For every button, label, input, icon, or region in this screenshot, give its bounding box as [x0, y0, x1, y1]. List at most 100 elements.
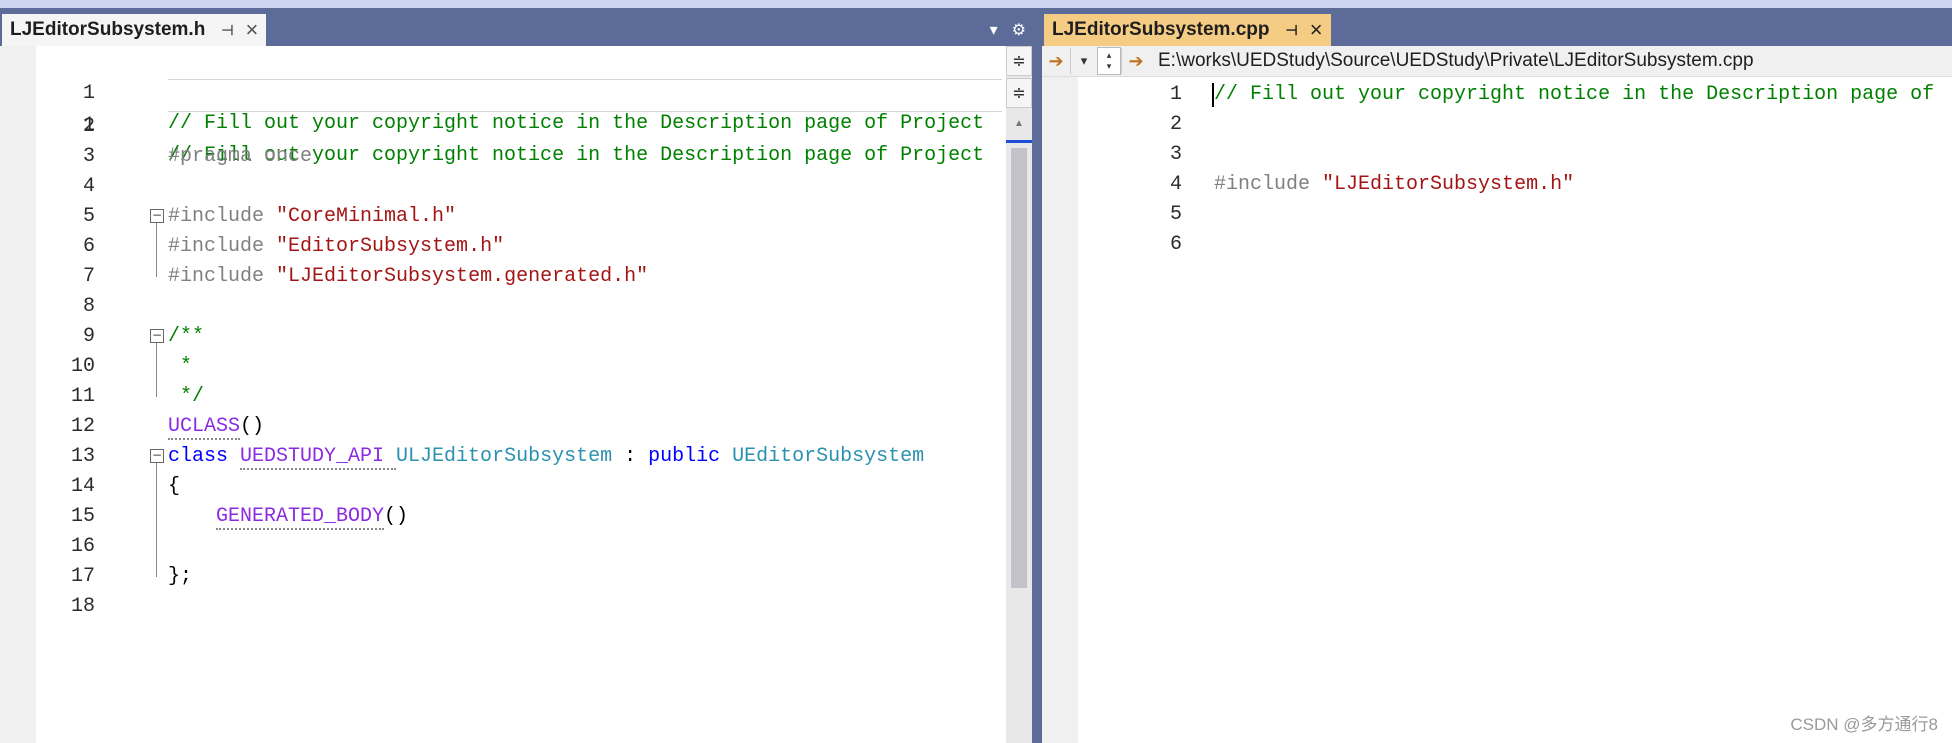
line-number: 4	[1169, 173, 1182, 196]
class-name: ULJEditorSubsystem	[396, 445, 613, 468]
left-vertical-scrollbar[interactable]: ≑ ≑ ▲	[1006, 46, 1032, 743]
include-statement: #include "CoreMinimal.h"	[168, 202, 456, 232]
comment-text: /**	[168, 325, 205, 348]
line-number: 9	[82, 325, 95, 348]
peek-divider	[168, 111, 1002, 112]
split-view-icon[interactable]: ≑	[1006, 78, 1032, 108]
tab-dropdown-icon[interactable]: ▾	[990, 20, 998, 40]
include-keyword: #include	[168, 265, 277, 288]
navigate-arrow-icon[interactable]: ➔	[1042, 48, 1070, 74]
include-path: "EditorSubsystem.h"	[276, 235, 505, 258]
generated-body-macro: GENERATED_BODY	[216, 505, 385, 530]
line-number: 14	[70, 475, 95, 498]
line-number: 3	[1169, 143, 1182, 166]
fold-guide	[156, 343, 157, 397]
navigate-arrow-icon[interactable]: ➔	[1121, 48, 1150, 74]
line-number: 3	[82, 145, 95, 168]
peek-line: 1 // Fill out your copyright notice in t…	[0, 49, 984, 135]
comment-text: *	[168, 355, 193, 378]
include-statement: #include "LJEditorSubsystem.generated.h"	[168, 262, 648, 292]
tab-label: LJEditorSubsystem.h	[10, 19, 206, 40]
tab-lj-editor-subsystem-cpp[interactable]: LJEditorSubsystem.cpp ⊣ ×	[1044, 14, 1331, 46]
class-keyword: class	[168, 445, 241, 468]
navigation-bar: ➔ ▾ ▴ ▾ ➔ E:\works\UEDStudy\Source\UEDStu…	[1042, 46, 1952, 77]
comment-text: // Fill out your copyright notice in the…	[1214, 83, 1935, 106]
include-keyword: #include	[168, 235, 277, 258]
right-editor-pane: LJEditorSubsystem.cpp ⊣ × ➔ ▾ ▴ ▾ ➔ E:\wo…	[1042, 8, 1952, 743]
line-number: 11	[70, 385, 95, 408]
line-number: 5	[82, 205, 95, 228]
line-number: 10	[70, 355, 95, 378]
include-keyword: #include	[1214, 173, 1323, 196]
line-number: 2	[1169, 113, 1182, 136]
spin-icon[interactable]: ▴ ▾	[1097, 47, 1121, 75]
left-code-area[interactable]: 1 // Fill out your copyright notice in t…	[0, 46, 1032, 743]
close-icon[interactable]: ×	[246, 19, 259, 41]
dropdown-icon[interactable]: ▾	[1070, 48, 1097, 74]
brace: {	[168, 475, 181, 498]
brace: };	[168, 565, 193, 588]
macro-statement: UCLASS()	[168, 412, 264, 442]
scroll-thumb[interactable]	[1011, 148, 1027, 588]
include-path: "LJEditorSubsystem.h"	[1322, 173, 1575, 196]
line-number: 6	[82, 235, 95, 258]
uclass-macro: UCLASS	[168, 415, 241, 440]
file-path: E:\works\UEDStudy\Source\UEDStudy\Privat…	[1158, 50, 1754, 71]
fold-guide	[156, 223, 157, 277]
line-number: 16	[70, 535, 95, 558]
class-declaration: class UEDSTUDY_API ULJEditorSubsystem : …	[168, 442, 924, 472]
include-path: "CoreMinimal.h"	[276, 205, 457, 228]
tab-tools: ▾ ⚙	[990, 20, 1026, 40]
left-code-editor[interactable]: 1 // Fill out your copyright notice in t…	[0, 46, 1032, 743]
pragma-text: #pragma once	[168, 145, 313, 168]
collapse-icon[interactable]: −	[150, 449, 164, 463]
left-editor-pane: LJEditorSubsystem.h ⊣ × ▾ ⚙ 1 // Fill ou…	[0, 8, 1032, 743]
scroll-position-marker	[1006, 140, 1032, 143]
line-number: 12	[70, 415, 95, 438]
line-number: 13	[70, 445, 95, 468]
watermark: CSDN @多方通行8	[1790, 715, 1938, 734]
include-keyword: #include	[168, 205, 277, 228]
right-tab-row: LJEditorSubsystem.cpp ⊣ ×	[1042, 8, 1952, 46]
window-top-strip	[0, 0, 1952, 8]
pane-splitter[interactable]	[1032, 8, 1042, 743]
left-tab-row: LJEditorSubsystem.h ⊣ × ▾ ⚙	[0, 8, 1032, 46]
macro-statement: GENERATED_BODY()	[216, 502, 408, 532]
pin-icon[interactable]: ⊣	[221, 22, 233, 39]
settings-icon[interactable]: ⚙	[1012, 20, 1026, 40]
peek-line: 1 // Fill out your copyright notice in t…	[0, 81, 984, 167]
right-code-area[interactable]: 1 // Fill out your copyright notice in th…	[1042, 77, 1952, 743]
close-icon[interactable]: ×	[1310, 19, 1323, 41]
pin-icon[interactable]: ⊣	[1286, 22, 1298, 39]
line-number: 6	[1169, 233, 1182, 256]
collapse-icon[interactable]: −	[150, 209, 164, 223]
peek-divider	[168, 79, 1002, 80]
colon: :	[612, 445, 649, 468]
include-statement: #include "EditorSubsystem.h"	[168, 232, 504, 262]
include-path: "LJEditorSubsystem.generated.h"	[276, 265, 649, 288]
line-number: 2	[82, 115, 95, 138]
tab-label: LJEditorSubsystem.cpp	[1052, 19, 1270, 40]
split-view-icon[interactable]: ≑	[1006, 46, 1032, 76]
scroll-up-icon[interactable]: ▲	[1014, 118, 1024, 129]
line-number: 18	[70, 595, 95, 618]
line-number: 5	[1169, 203, 1182, 226]
base-class-name: UEditorSubsystem	[732, 445, 925, 468]
api-macro: UEDSTUDY_API	[240, 445, 397, 470]
parens: ()	[240, 415, 265, 438]
include-statement: #include "LJEditorSubsystem.h"	[1214, 170, 1574, 200]
line-number: 7	[82, 265, 95, 288]
right-code-editor[interactable]: ➔ ▾ ▴ ▾ ➔ E:\works\UEDStudy\Source\UEDStu…	[1042, 46, 1952, 743]
tab-lj-editor-subsystem-h[interactable]: LJEditorSubsystem.h ⊣ ×	[2, 14, 267, 46]
line-number: 17	[70, 565, 95, 588]
line-number: 15	[70, 505, 95, 528]
parens: ()	[384, 505, 409, 528]
comment-text: */	[168, 385, 205, 408]
public-keyword: public	[648, 445, 733, 468]
line-number: 8	[82, 295, 95, 318]
line-number: 4	[82, 175, 95, 198]
collapse-icon[interactable]: −	[150, 329, 164, 343]
fold-guide	[156, 463, 157, 577]
comment-text: // Fill out your copyright notice in the…	[168, 112, 985, 135]
line-number: 1	[1169, 83, 1182, 106]
